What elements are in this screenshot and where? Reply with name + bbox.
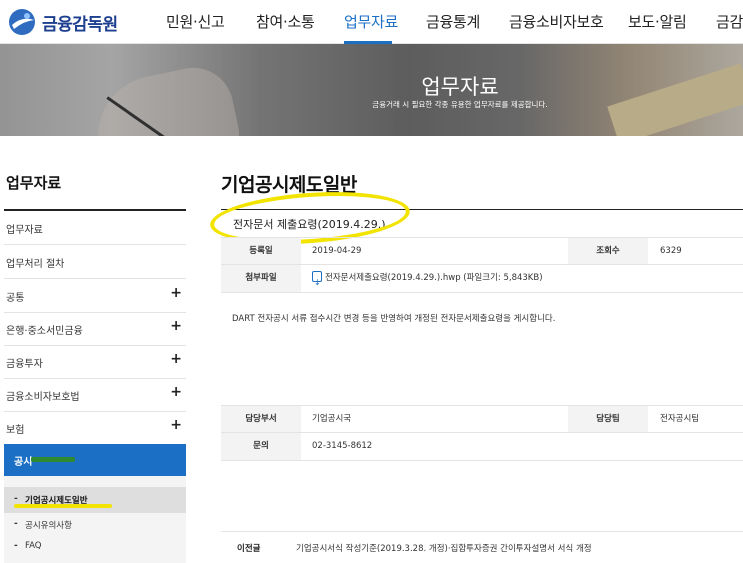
contact-value: 02-3145-8612 (312, 441, 373, 451)
prev-post-link[interactable]: 기업공시서식 작성기준(2019.3.28. 개정)·집합투자증권 간이투자설명… (296, 542, 592, 554)
file-link[interactable]: 전자문서제출요령(2019.4.29.).hwp (파일크기: 5,843KB) (312, 265, 543, 296)
sidebar-item-consumer-law[interactable]: 금융소비자보호법 + (4, 378, 186, 412)
dept-row: 담당부서 기업공시국 담당팀 전자공시팀 (221, 405, 743, 433)
yellow-highlight-underline (14, 504, 112, 508)
sidebar-item-label: 공통 (6, 293, 25, 304)
sidebar-item-label: 금융투자 (6, 359, 43, 370)
expand-plus-icon[interactable]: + (170, 318, 182, 334)
sidebar-item-procedure[interactable]: 업무처리 절차 (4, 245, 186, 279)
menu-item-consumer-protection[interactable]: 금융소비자보호 (509, 11, 604, 32)
menu-item-press[interactable]: 보도·알림 (628, 11, 687, 32)
expand-plus-icon[interactable]: + (170, 351, 182, 367)
sidebar-item-insurance[interactable]: 보험 + (4, 411, 186, 445)
sidebar-active-label: 공시 (14, 457, 33, 468)
contact-row: 문의 02-3145-8612 (221, 433, 743, 461)
submenu-item-disclosure-general[interactable]: - 기업공시제도일반 (4, 487, 186, 513)
prev-post-divider (221, 531, 743, 532)
meta-row-date: 등록일 2019-04-29 조회수 6329 (221, 237, 743, 265)
submenu-dash: - (14, 519, 18, 529)
expand-plus-icon[interactable]: + (170, 285, 182, 301)
fss-logo[interactable]: 금융감독원 (8, 8, 118, 36)
fss-logo-icon (9, 9, 35, 35)
team-value: 전자공시팀 (660, 414, 700, 424)
dept-value: 기업공시국 (312, 414, 352, 424)
sidebar-item-label: 업무처리 절차 (6, 259, 65, 270)
sidebar-item-investment[interactable]: 금융투자 + (4, 345, 186, 379)
sidebar-title: 업무자료 (6, 174, 62, 192)
banner-subtitle: 금융거래 시 필요한 각종 유용한 업무자료를 제공합니다. (372, 100, 548, 109)
file-link-text[interactable]: 전자문서제출요령(2019.4.29.).hwp (파일크기: 5,843KB) (325, 273, 543, 283)
sidebar-item-label: 금융소비자보호법 (6, 392, 80, 403)
banner-title: 업무자료 (421, 75, 499, 99)
sidebar-item-work-data[interactable]: 업무자료 (4, 211, 186, 245)
prev-post-label: 이전글 (237, 544, 261, 554)
menu-item-statistics[interactable]: 금융통계 (426, 11, 480, 32)
expand-plus-icon[interactable]: + (170, 417, 182, 433)
submenu-item-faq[interactable]: - FAQ (4, 534, 186, 560)
date-label: 등록일 (221, 238, 301, 264)
menu-item-more[interactable]: 금감 (716, 11, 743, 32)
sidebar-item-bank[interactable]: 은행·중소서민금융 + (4, 312, 186, 346)
date-value: 2019-04-29 (312, 246, 362, 256)
menu-item-complaint[interactable]: 민원·신고 (166, 11, 225, 32)
page-banner: 업무자료 금융거래 시 필요한 각종 유용한 업무자료를 제공합니다. (0, 44, 743, 136)
views-label: 조회수 (568, 238, 648, 264)
logo-text: 금융감독원 (42, 14, 118, 35)
menu-item-participation[interactable]: 참여·소통 (256, 11, 315, 32)
file-label: 첨부파일 (221, 265, 301, 292)
sidebar-item-disclosure[interactable]: 공시 (4, 444, 186, 476)
post-body: DART 전자공시 서류 접수시간 변경 등을 반영하여 개정된 전자문서제출요… (232, 314, 556, 324)
green-highlight-mark (31, 457, 75, 462)
sidebar-item-label: 보험 (6, 425, 25, 436)
menu-item-work-data[interactable]: 업무자료 (344, 11, 398, 32)
submenu-dash: - (14, 541, 18, 551)
expand-plus-icon[interactable]: + (170, 384, 182, 400)
top-navigation: 금융감독원 민원·신고 참여·소통 업무자료 금융통계 금융소비자보호 보도·알… (0, 0, 743, 44)
submenu-item-label: 공시유의사항 (25, 521, 72, 531)
dept-label: 담당부서 (221, 406, 301, 432)
team-label: 담당팀 (568, 406, 648, 432)
download-icon[interactable] (312, 270, 322, 296)
sidebar-item-label: 업무자료 (6, 225, 43, 236)
contact-label: 문의 (221, 433, 301, 460)
sidebar-item-label: 은행·중소서민금융 (6, 326, 83, 337)
meta-row-file: 첨부파일 전자문서제출요령(2019.4.29.).hwp (파일크기: 5,8… (221, 265, 743, 296)
views-value: 6329 (660, 246, 682, 256)
submenu-dash: - (14, 494, 18, 504)
sidebar-item-common[interactable]: 공통 + (4, 279, 186, 313)
submenu-item-label: FAQ (25, 541, 42, 551)
